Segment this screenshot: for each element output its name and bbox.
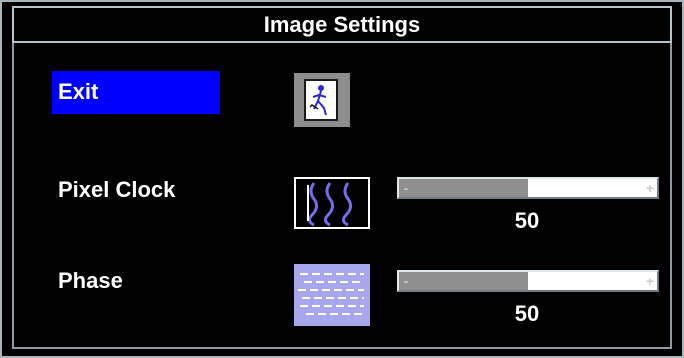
phase-lines-icon [294, 264, 370, 326]
wave-lines-graphic [307, 182, 353, 227]
pixel-clock-label: Pixel Clock [58, 177, 176, 202]
osd-window: Image Settings Exit Pixel Clock - + 50 P… [0, 0, 684, 358]
phase-minus-icon[interactable]: - [399, 272, 413, 290]
exit-door-icon[interactable] [294, 73, 350, 127]
exit-label: Exit [58, 79, 99, 104]
osd-title: Image Settings [263, 11, 421, 37]
pixel-clock-minus-icon[interactable]: - [399, 179, 413, 197]
phase-slider[interactable]: - + [397, 270, 659, 292]
phase-slider-fill [399, 272, 528, 290]
osd-title-bar: Image Settings [12, 6, 672, 43]
door-frame [304, 79, 338, 121]
pixel-clock-slider-fill [399, 179, 528, 197]
exit-menu-item[interactable]: Exit [52, 71, 220, 114]
dashed-lines-graphic [298, 273, 364, 315]
running-figure-icon [309, 85, 327, 116]
pixel-clock-slider[interactable]: - + [397, 177, 659, 199]
pixel-clock-value: 50 [514, 208, 540, 233]
phase-menu-item[interactable]: Phase [52, 268, 129, 294]
pixel-clock-plus-icon[interactable]: + [643, 179, 657, 197]
phase-plus-icon[interactable]: + [643, 272, 657, 290]
phase-value: 50 [514, 301, 540, 326]
phase-label: Phase [58, 268, 123, 293]
pixel-clock-menu-item[interactable]: Pixel Clock [52, 177, 181, 203]
pixel-clock-wave-icon [294, 177, 370, 229]
